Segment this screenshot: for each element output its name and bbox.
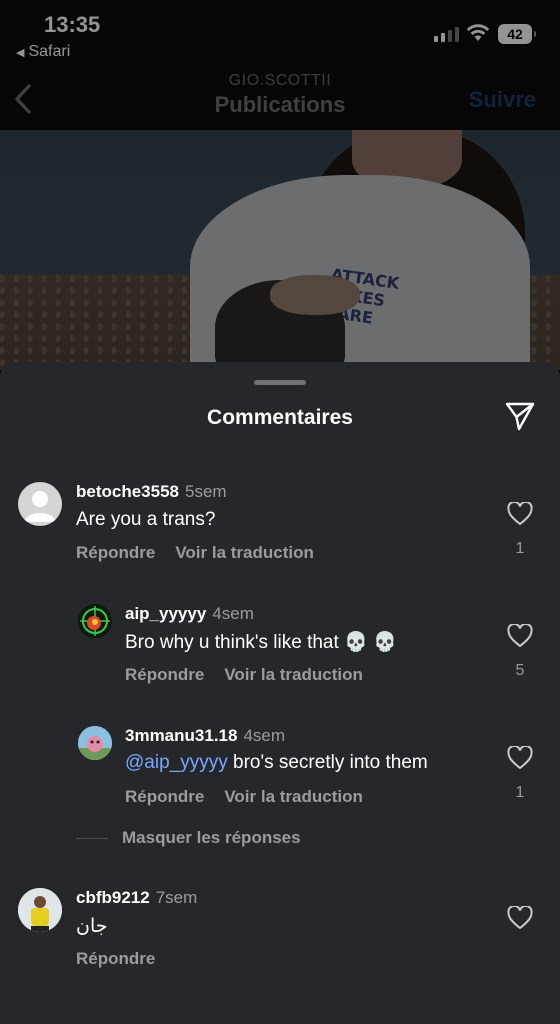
comment-username[interactable]: aip_yyyyy <box>125 604 206 623</box>
heart-outline-icon[interactable] <box>507 624 533 648</box>
comments-sheet: Commentaires betoche3558 5sem Are you a t… <box>0 362 560 1024</box>
reply-button[interactable]: Répondre <box>76 949 155 968</box>
avatar-cbfb9212[interactable] <box>18 888 62 932</box>
reply-button[interactable]: Répondre <box>125 665 204 684</box>
comment-text: Are you a trans? <box>76 509 216 530</box>
dim-overlay[interactable] <box>0 0 560 370</box>
comment-username[interactable]: cbfb9212 <box>76 888 150 907</box>
translate-button[interactable]: Voir la traduction <box>224 665 363 684</box>
comment-text-body: bro's secretly into them <box>227 752 428 773</box>
like-control[interactable]: 1 <box>506 502 534 558</box>
comment-meta: aip_yyyyy 4sem <box>125 604 254 624</box>
comment-age: 4sem <box>212 604 254 623</box>
like-count: 1 <box>515 784 525 801</box>
translate-button[interactable]: Voir la traduction <box>224 787 363 806</box>
comment-text: جان <box>76 916 108 937</box>
default-user-icon <box>24 491 56 522</box>
comment-text: Bro why u think's like that 💀 💀 <box>125 632 397 653</box>
comment-age: 7sem <box>155 888 198 907</box>
crosshair-avatar-icon <box>80 606 110 636</box>
hide-replies-line <box>76 837 108 839</box>
comment-meta: cbfb9212 7sem <box>76 888 197 908</box>
heart-outline-icon[interactable] <box>507 906 533 930</box>
comment-age: 4sem <box>243 726 286 745</box>
comment-actions: Répondre Voir la traduction <box>76 543 314 563</box>
sheet-grabber[interactable] <box>254 380 306 385</box>
avatar-3mmanu[interactable] <box>78 726 112 760</box>
comment-actions: Répondre Voir la traduction <box>125 665 363 685</box>
avatar-default[interactable] <box>18 482 62 526</box>
photo-avatar-icon <box>18 888 62 932</box>
like-control[interactable]: 1 <box>506 746 534 802</box>
mention-link[interactable]: @aip_yyyyy <box>125 752 228 773</box>
heart-outline-icon[interactable] <box>507 502 533 526</box>
hide-replies-button[interactable]: Masquer les réponses <box>76 828 301 848</box>
like-control[interactable]: 5 <box>506 624 534 680</box>
comment-actions: Répondre <box>76 949 155 969</box>
comment-actions: Répondre Voir la traduction <box>125 787 363 807</box>
reply-button[interactable]: Répondre <box>125 787 204 806</box>
like-count: 1 <box>515 540 525 557</box>
cartoon-avatar-icon <box>78 726 112 760</box>
share-paper-plane-icon[interactable] <box>504 400 536 432</box>
comment-text: @aip_yyyyy bro's secretly into them <box>125 752 428 774</box>
translate-button[interactable]: Voir la traduction <box>175 543 314 562</box>
comment-meta: betoche3558 5sem <box>76 482 227 502</box>
comment-age: 5sem <box>185 482 227 501</box>
comment-username[interactable]: betoche3558 <box>76 482 179 501</box>
like-control[interactable] <box>506 906 534 930</box>
hide-replies-label[interactable]: Masquer les réponses <box>122 828 301 848</box>
comment-meta: 3mmanu31.18 4sem <box>125 726 285 746</box>
comment-username[interactable]: 3mmanu31.18 <box>125 726 237 745</box>
sheet-title: Commentaires <box>207 406 353 429</box>
like-count: 5 <box>515 662 525 679</box>
avatar-aip-yyyyy[interactable] <box>78 604 112 638</box>
heart-outline-icon[interactable] <box>507 746 533 770</box>
reply-button[interactable]: Répondre <box>76 543 155 562</box>
